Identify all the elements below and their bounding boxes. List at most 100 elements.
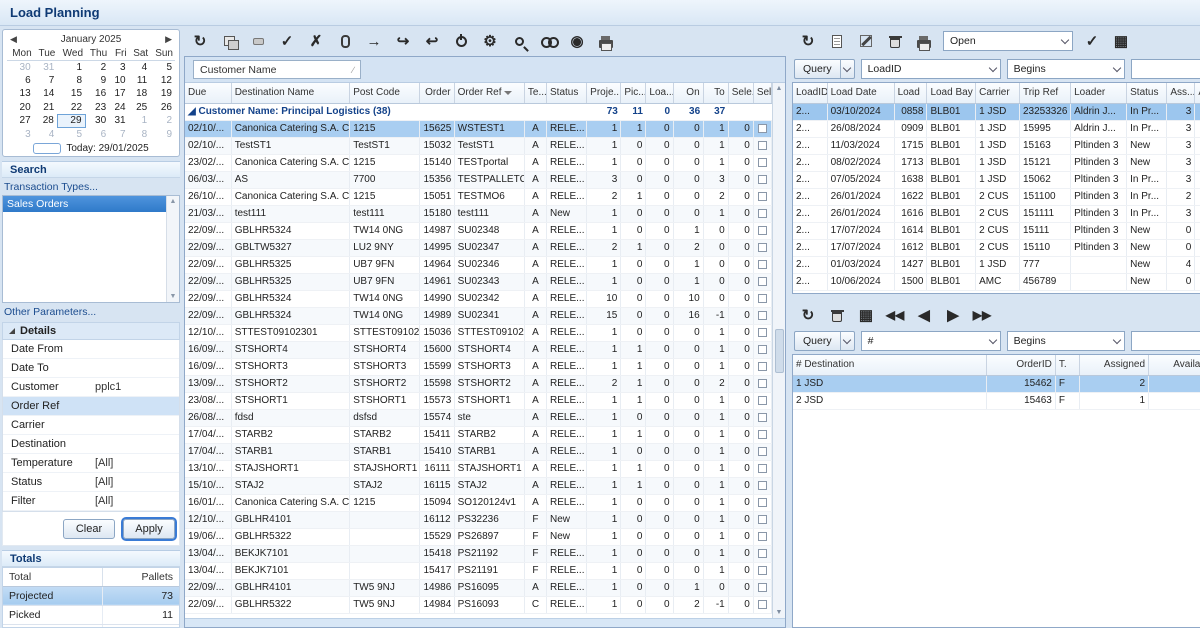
orders-column-header[interactable]: Loa... (646, 83, 673, 103)
calendar-day[interactable]: 4 (129, 60, 151, 74)
order-row[interactable]: 22/09/...GBLHR4101TW5 9NJ14986PS16095ARE… (185, 579, 772, 596)
orders-column-header[interactable]: Sele... (728, 83, 753, 103)
calendar-day[interactable]: 31 (109, 114, 128, 128)
load-row[interactable]: 2...03/10/20240858BLB011 JSD23253326Aldr… (793, 103, 1200, 120)
record-icon[interactable]: ◉ (567, 31, 587, 51)
totals-row[interactable]: Loaded0 (3, 624, 179, 628)
calendar-day[interactable]: 22 (57, 101, 85, 115)
row-checkbox[interactable] (758, 311, 767, 320)
load-row[interactable]: 2...01/03/20241427BLB011 JSD777New400 (793, 256, 1200, 273)
row-checkbox[interactable] (758, 413, 767, 422)
calendar-day[interactable]: 1 (129, 114, 151, 128)
totals-row[interactable]: Picked11 (3, 605, 179, 624)
order-row[interactable]: 13/09/...STSHORT2STSHORT215598STSHORT2AR… (185, 375, 772, 392)
today-label[interactable]: Today: 29/01/2025 (66, 143, 148, 154)
export-icon[interactable]: ↪ (393, 31, 413, 51)
calendar-next-icon[interactable]: ▶ (162, 34, 175, 45)
row-checkbox[interactable] (758, 566, 767, 575)
totals-row[interactable]: Projected73 (3, 586, 179, 605)
row-checkbox[interactable] (758, 209, 767, 218)
order-row[interactable]: 13/04/...BEKJK710115418PS21192FRELE...10… (185, 545, 772, 562)
order-row[interactable]: 12/10/...GBLHR410116112PS32236FNew100010 (185, 511, 772, 528)
query-dropdown-icon[interactable] (840, 332, 854, 350)
orders-column-header[interactable]: Proje... (587, 83, 621, 103)
orders-column-header[interactable]: Sel... (753, 83, 771, 103)
orders-column-header[interactable]: To (703, 83, 728, 103)
field-value[interactable]: pplc1 (95, 381, 179, 393)
row-checkbox[interactable] (758, 328, 767, 337)
loads-query-field-select[interactable]: LoadID (861, 59, 1001, 79)
row-checkbox[interactable] (758, 260, 767, 269)
row-checkbox[interactable] (758, 345, 767, 354)
today-box[interactable] (33, 143, 61, 154)
scroll-thumb[interactable] (775, 329, 784, 373)
refresh-icon[interactable]: ↻ (190, 31, 210, 51)
row-checkbox[interactable] (758, 158, 767, 167)
calendar-day[interactable]: 1 (57, 60, 85, 74)
detail-column-header[interactable]: T. (1055, 355, 1080, 375)
calendar-day[interactable]: 3 (7, 128, 34, 142)
power-icon[interactable] (451, 31, 471, 51)
load-row[interactable]: 2...26/01/20241622BLB012 CUS151100Pltind… (793, 188, 1200, 205)
list-scrollbar[interactable]: ▲▼ (166, 196, 179, 302)
grid-view-icon[interactable]: ▦ (1111, 31, 1131, 51)
calendar-day[interactable]: 27 (7, 114, 34, 128)
calendar-day[interactable]: 14 (34, 87, 58, 101)
loads-column-header[interactable]: Ass... (1167, 83, 1195, 103)
settings-icon[interactable]: ⚙ (480, 31, 500, 51)
calendar-day[interactable]: 20 (7, 101, 34, 115)
order-row[interactable]: 19/06/...GBLHR532215529PS26897FNew100010 (185, 528, 772, 545)
group-expander-icon[interactable]: ◢ (188, 106, 198, 117)
calendar-day[interactable]: 29 (57, 114, 85, 128)
confirm-icon[interactable]: ✓ (277, 31, 297, 51)
row-checkbox[interactable] (758, 447, 767, 456)
calendar-day[interactable]: 17 (109, 87, 128, 101)
row-checkbox[interactable] (758, 430, 767, 439)
order-row[interactable]: 26/08/...fdsddsfsd15574steARELE...100010 (185, 409, 772, 426)
refresh-icon[interactable]: ↻ (798, 31, 818, 51)
order-row[interactable]: 13/10/...STAJSHORT1STAJSHORT116111STAJSH… (185, 460, 772, 477)
calendar-day[interactable]: 30 (7, 60, 34, 74)
loads-column-header[interactable]: Load Date (827, 83, 894, 103)
order-row[interactable]: 26/10/...Canonica Catering S.A. CO121515… (185, 188, 772, 205)
loads-query-operator-select[interactable]: Begins (1007, 59, 1125, 79)
row-checkbox[interactable] (758, 481, 767, 490)
first-icon[interactable]: ◀◀ (885, 305, 905, 325)
details-section-header[interactable]: Details (2, 322, 180, 340)
calendar-day[interactable]: 6 (85, 128, 109, 142)
link-icon[interactable] (538, 31, 558, 51)
row-checkbox[interactable] (758, 498, 767, 507)
apply-button[interactable]: Apply (123, 519, 175, 539)
orders-column-header[interactable]: Destination Name (231, 83, 350, 103)
search-icon[interactable] (509, 31, 529, 51)
order-row[interactable]: 16/01/...Canonica Catering S.A. CO121515… (185, 494, 772, 511)
delete-stop-icon[interactable] (827, 305, 847, 325)
orders-column-header[interactable]: Pic... (621, 83, 646, 103)
copy-stack-icon[interactable] (219, 31, 239, 51)
detail-query-operator-select[interactable]: Begins (1007, 331, 1125, 351)
detail-field-row[interactable]: Temperature[All] (3, 454, 179, 473)
detail-column-header[interactable]: Assigned (1080, 355, 1149, 375)
order-row[interactable]: 22/09/...GBLHR5324TW14 0NG14990SU02342AR… (185, 290, 772, 307)
calendar-day[interactable]: 19 (150, 87, 175, 101)
detail-field-row[interactable]: Status[All] (3, 473, 179, 492)
order-row[interactable]: 13/04/...BEKJK710115417PS21191FRELE...10… (185, 562, 772, 579)
loads-column-header[interactable]: Trip Ref (1019, 83, 1070, 103)
order-row[interactable]: 02/10/...TestST1TestST115032TestST1ARELE… (185, 137, 772, 154)
row-checkbox[interactable] (758, 600, 767, 609)
orders-column-header[interactable]: Post Code (350, 83, 420, 103)
row-checkbox[interactable] (758, 277, 767, 286)
row-checkbox[interactable] (758, 396, 767, 405)
load-row[interactable]: 2...26/08/20240909BLB011 JSD15995Aldrin … (793, 120, 1200, 137)
field-value[interactable]: [All] (95, 495, 179, 507)
loads-column-header[interactable]: Load (894, 83, 927, 103)
calendar-day[interactable]: 24 (109, 101, 128, 115)
row-checkbox[interactable] (758, 141, 767, 150)
detail-field-row[interactable]: Filter[All] (3, 492, 179, 511)
orders-column-header[interactable]: Due (185, 83, 231, 103)
row-checkbox[interactable] (758, 362, 767, 371)
scroll-down-icon[interactable]: ▼ (776, 609, 783, 616)
row-checkbox[interactable] (758, 294, 767, 303)
detail-query-button[interactable]: Query (794, 331, 855, 351)
order-row[interactable]: 22/09/...GBLHR5322TW5 9NJ14984PS16093CRE… (185, 596, 772, 613)
